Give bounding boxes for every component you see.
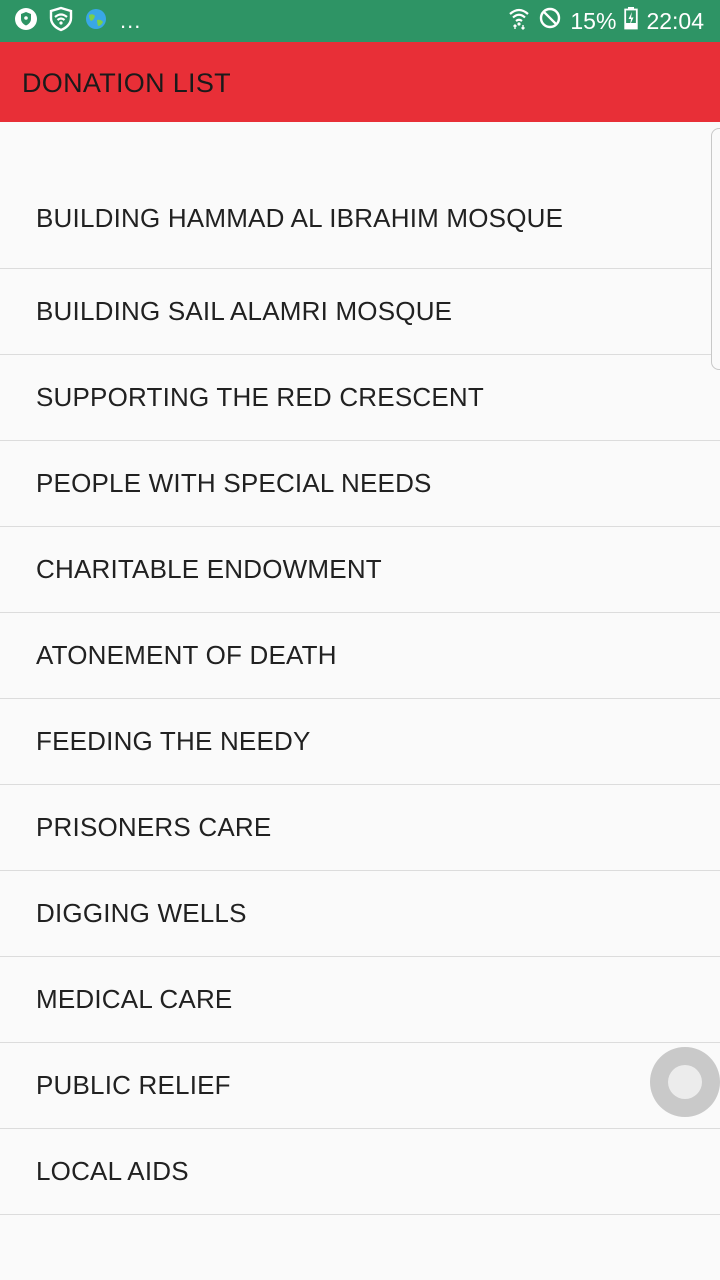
list-item[interactable]: LOCAL AIDS: [0, 1129, 720, 1215]
app-bar: DONATION LIST: [0, 42, 720, 122]
list-item[interactable]: PEOPLE WITH SPECIAL NEEDS: [0, 441, 720, 527]
scroll-handle[interactable]: [711, 128, 720, 370]
list-item-label: PUBLIC RELIEF: [36, 1070, 231, 1100]
list-item-label: FEEDING THE NEEDY: [36, 726, 311, 756]
list-item[interactable]: BUILDING HAMMAD AL IBRAHIM MOSQUE: [0, 176, 720, 269]
list-item[interactable]: CHARITABLE ENDOWMENT: [0, 527, 720, 613]
list-item[interactable]: MEDICAL CARE: [0, 957, 720, 1043]
list-item-label: PEOPLE WITH SPECIAL NEEDS: [36, 468, 432, 498]
list-item-label: MEDICAL CARE: [36, 984, 233, 1014]
list-item-label: LOCAL AIDS: [36, 1156, 189, 1186]
clock: 22:04: [646, 7, 704, 34]
list-item[interactable]: DIGGING WELLS: [0, 871, 720, 957]
list-item[interactable]: BUILDING SAIL ALAMRI MOSQUE: [0, 269, 720, 355]
list-item[interactable]: FEEDING THE NEEDY: [0, 699, 720, 785]
shield-icon: [14, 7, 38, 36]
list-item-label: ATONEMENT OF DEATH: [36, 640, 337, 670]
list-item-label: PRISONERS CARE: [36, 812, 272, 842]
wifi-shield-icon: [48, 6, 74, 37]
list-item[interactable]: PRISONERS CARE: [0, 785, 720, 871]
list-item-label: BUILDING HAMMAD AL IBRAHIM MOSQUE: [36, 203, 564, 233]
list-item-label: BUILDING SAIL ALAMRI MOSQUE: [36, 296, 453, 326]
assistive-touch-button[interactable]: [650, 1047, 720, 1117]
list-item-label: SUPPORTING THE RED CRESCENT: [36, 382, 484, 412]
battery-percent: 15%: [570, 7, 617, 34]
list-item-label: DIGGING WELLS: [36, 898, 247, 928]
list-item[interactable]: SUPPORTING THE RED CRESCENT: [0, 355, 720, 441]
do-not-disturb-icon: [538, 6, 562, 36]
list-item-label: CHARITABLE ENDOWMENT: [36, 554, 382, 584]
status-bar-left: ...: [14, 6, 142, 37]
donation-list: BUILDING HAMMAD AL IBRAHIM MOSQUE BUILDIN…: [0, 176, 720, 1215]
list-item[interactable]: ATONEMENT OF DEATH: [0, 613, 720, 699]
list-item[interactable]: PUBLIC RELIEF: [0, 1043, 720, 1129]
assistive-touch-inner: [668, 1065, 702, 1099]
page-title: DONATION LIST: [22, 68, 231, 98]
battery-charging-icon: [624, 6, 639, 36]
wifi-icon: [508, 6, 530, 36]
globe-icon: [84, 7, 108, 36]
status-overflow-dots: ...: [120, 8, 142, 33]
status-bar-right: 15% 22:04: [508, 6, 704, 36]
status-bar: ... 15% 22:04: [0, 0, 720, 42]
